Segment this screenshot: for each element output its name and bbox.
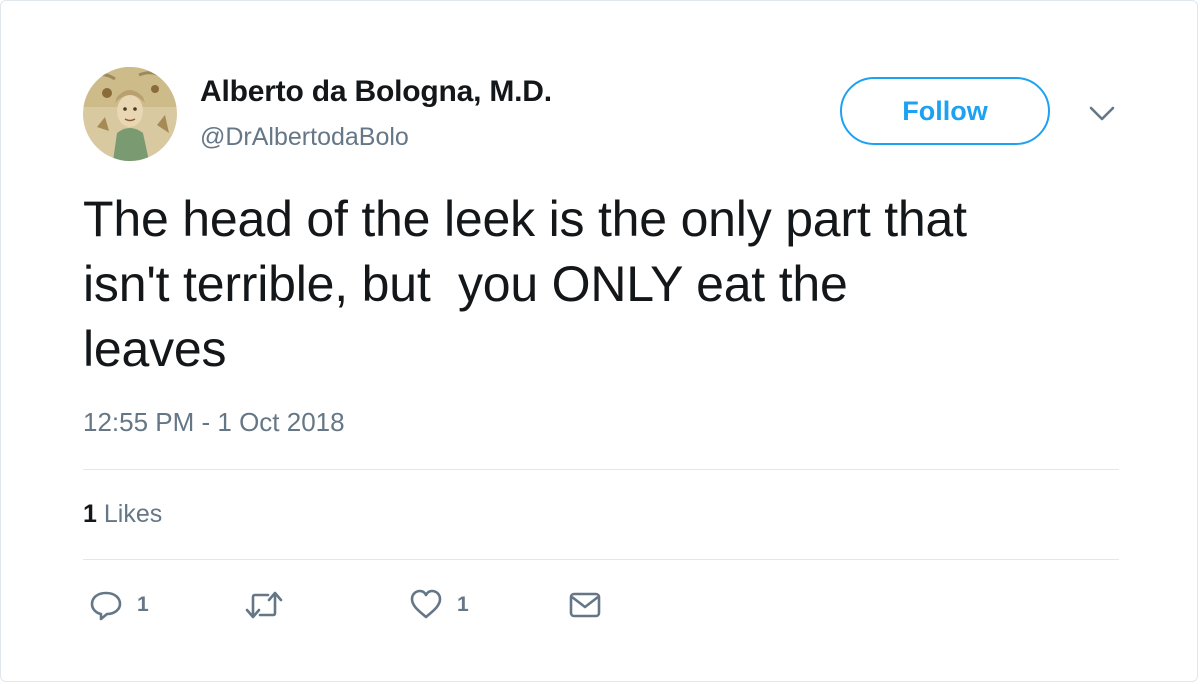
reply-button[interactable]: 1 xyxy=(89,587,149,623)
tweet-card: Alberto da Bologna, M.D. @DrAlbertodaBol… xyxy=(0,0,1198,682)
likes-count: 1 xyxy=(83,500,97,528)
reply-icon xyxy=(89,588,123,622)
likes-label: Likes xyxy=(103,500,163,528)
direct-message-button[interactable] xyxy=(568,587,602,623)
divider xyxy=(83,559,1119,560)
author-display-name[interactable]: Alberto da Bologna, M.D. xyxy=(200,75,552,109)
envelope-icon xyxy=(568,588,602,622)
follow-button[interactable]: Follow xyxy=(840,77,1050,145)
likes-stat[interactable]: 1 Likes xyxy=(83,500,162,529)
tweet-timestamp[interactable]: 12:55 PM - 1 Oct 2018 xyxy=(83,407,345,438)
divider xyxy=(83,469,1119,470)
like-button[interactable]: 1 xyxy=(409,587,469,623)
tweet-text: The head of the leek is the only part th… xyxy=(83,191,967,377)
retweet-button[interactable] xyxy=(244,587,284,623)
avatar[interactable] xyxy=(83,67,177,161)
heart-icon xyxy=(409,588,443,622)
reply-count: 1 xyxy=(137,593,149,616)
author-handle[interactable]: @DrAlbertodaBolo xyxy=(200,123,409,152)
chevron-down-icon[interactable] xyxy=(1087,101,1117,127)
retweet-icon xyxy=(244,588,284,622)
like-count: 1 xyxy=(457,593,469,616)
